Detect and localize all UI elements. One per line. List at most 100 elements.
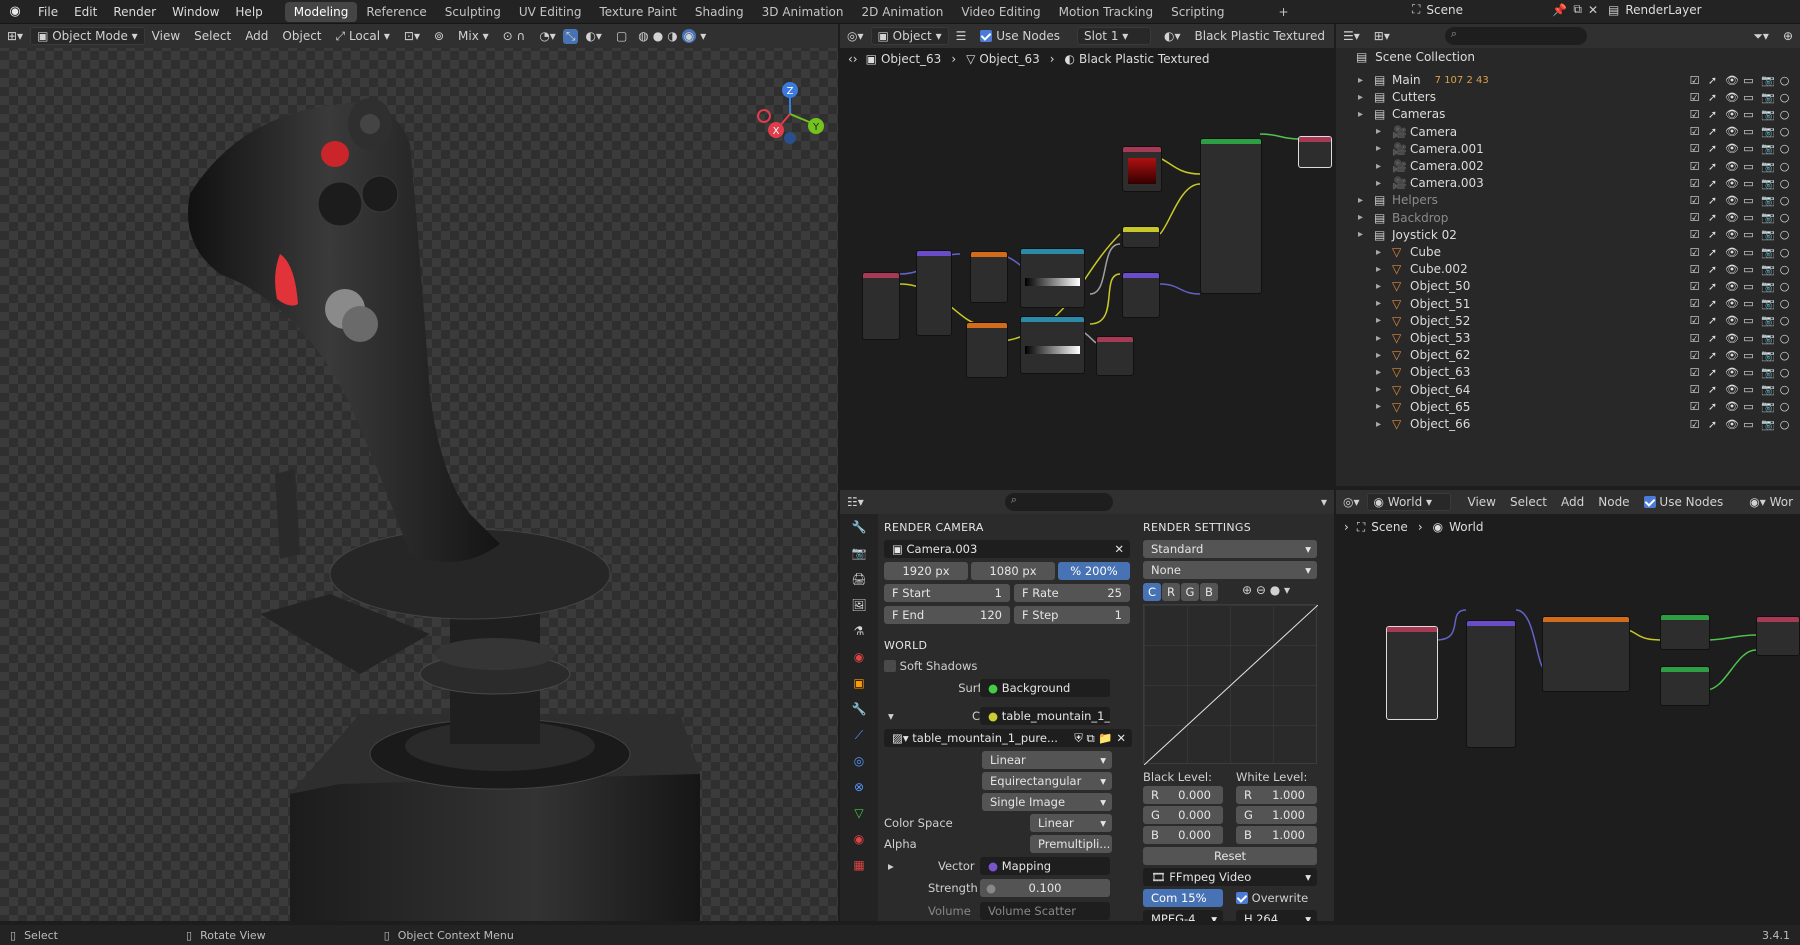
shader-node-editor[interactable]: ◎▾ ▣ Object ▾ ☰ Use Nodes Slot 1 ▾ ◐▾ Bl…	[840, 24, 1334, 486]
interpolation-dropdown[interactable]: Linear ▾	[982, 751, 1112, 769]
eye-icon[interactable]: 👁	[1725, 333, 1739, 344]
expand-arrow-icon[interactable]: ▸	[1376, 178, 1388, 189]
expand-arrow-icon[interactable]: ▸	[1376, 384, 1388, 395]
select-icon[interactable]: ➚	[1707, 298, 1718, 309]
viewport-icon[interactable]: ▭	[1743, 109, 1754, 120]
exclude-checkbox-icon[interactable]: ☑	[1689, 92, 1700, 103]
resolution-x-field[interactable]: 1920 px	[884, 562, 968, 580]
holdout-icon[interactable]: ○	[1779, 367, 1790, 378]
resolution-percent-field[interactable]: % 200%	[1058, 562, 1130, 580]
gizmo-toggle-icon[interactable]: ⤡	[562, 28, 579, 44]
select-icon[interactable]: ➚	[1707, 419, 1718, 430]
tab-texture-paint[interactable]: Texture Paint	[590, 2, 685, 22]
node-noise-texture[interactable]	[970, 251, 1008, 303]
color-space-dropdown[interactable]: Linear ▾	[1030, 814, 1112, 832]
viewport-icon[interactable]: ▭	[1743, 350, 1754, 361]
node-volume-scatter[interactable]	[1660, 666, 1710, 706]
viewport-icon[interactable]: ▭	[1743, 195, 1754, 206]
eye-icon[interactable]: 👁	[1725, 75, 1739, 86]
viewport-icon[interactable]: ▭	[1743, 161, 1754, 172]
select-icon[interactable]: ➚	[1707, 143, 1718, 154]
frame-rate-field[interactable]: F Rate 25	[1014, 584, 1130, 602]
expand-arrow-icon[interactable]: ▸	[1376, 367, 1388, 378]
exclude-checkbox-icon[interactable]: ☑	[1689, 264, 1700, 275]
holdout-icon[interactable]: ○	[1779, 75, 1790, 86]
select-icon[interactable]: ➚	[1707, 247, 1718, 258]
render-icon[interactable]: 📷	[1761, 281, 1775, 292]
channel-r-button[interactable]: R	[1162, 583, 1180, 601]
compression-field[interactable]: Com 15%	[1143, 889, 1223, 907]
exclude-checkbox-icon[interactable]: ☑	[1689, 333, 1700, 344]
menu-select[interactable]: Select	[187, 29, 238, 43]
pin-icon[interactable]: 📌	[1552, 3, 1567, 17]
render-icon[interactable]: 📷	[1761, 264, 1775, 275]
tab-uv-editing[interactable]: UV Editing	[510, 2, 591, 22]
source-dropdown[interactable]: Single Image ▾	[982, 793, 1112, 811]
node-texture-coordinate[interactable]	[862, 272, 900, 340]
codec-dropdown[interactable]: H.264 ▾	[1236, 910, 1317, 921]
white-g-field[interactable]: G 1.000	[1236, 806, 1317, 824]
exclude-checkbox-icon[interactable]: ☑	[1689, 143, 1700, 154]
camera-field[interactable]: ▣ Camera.003 ✕	[884, 540, 1130, 558]
white-b-field[interactable]: B 1.000	[1236, 826, 1317, 844]
holdout-icon[interactable]: ○	[1779, 401, 1790, 412]
exclude-checkbox-icon[interactable]: ☑	[1689, 178, 1700, 189]
expand-color-icon[interactable]: ▾	[888, 709, 894, 723]
select-icon[interactable]: ➚	[1707, 229, 1718, 240]
select-icon[interactable]: ➚	[1707, 367, 1718, 378]
black-g-field[interactable]: G 0.000	[1143, 806, 1223, 824]
node-bump[interactable]	[1122, 272, 1160, 318]
exclude-checkbox-icon[interactable]: ☑	[1689, 161, 1700, 172]
expand-arrow-icon[interactable]: ▸	[1376, 143, 1388, 154]
viewport-icon[interactable]: ▭	[1743, 264, 1754, 275]
node-mapping[interactable]	[916, 250, 952, 336]
exclude-checkbox-icon[interactable]: ☑	[1689, 401, 1700, 412]
vector-field[interactable]: ● Mapping	[980, 857, 1110, 875]
view-layer-tab-icon[interactable]: 🖼	[840, 592, 878, 618]
exclude-checkbox-icon[interactable]: ☑	[1689, 109, 1700, 120]
viewport-icon[interactable]: ▭	[1743, 92, 1754, 103]
expand-arrow-icon[interactable]: ▸	[1376, 298, 1388, 309]
expand-vector-icon[interactable]: ▸	[888, 859, 894, 873]
viewport-icon[interactable]: ▭	[1743, 419, 1754, 430]
blend-dropdown[interactable]: Mix ▾	[451, 29, 496, 43]
select-icon[interactable]: ➚	[1707, 195, 1718, 206]
select-icon[interactable]: ➚	[1707, 333, 1718, 344]
render-icon[interactable]: 📷	[1761, 161, 1775, 172]
holdout-icon[interactable]: ○	[1779, 264, 1790, 275]
eye-icon[interactable]: 👁	[1725, 126, 1739, 137]
eye-icon[interactable]: 👁	[1725, 229, 1739, 240]
exclude-checkbox-icon[interactable]: ☑	[1689, 126, 1700, 137]
render-icon[interactable]: 📷	[1761, 143, 1775, 154]
select-icon[interactable]: ➚	[1707, 401, 1718, 412]
frame-step-field[interactable]: F Step 1	[1014, 606, 1130, 624]
scene-selector[interactable]: Scene	[1426, 3, 1546, 17]
output-format-dropdown[interactable]: 🎞 FFmpeg Video ▾	[1143, 868, 1317, 886]
expand-arrow-icon[interactable]: ▸	[1358, 195, 1370, 206]
viewport-icon[interactable]: ▭	[1743, 247, 1754, 258]
surface-field[interactable]: ● Background	[980, 679, 1110, 697]
render-icon[interactable]: 📷	[1761, 247, 1775, 258]
exclude-checkbox-icon[interactable]: ☑	[1689, 75, 1700, 86]
holdout-icon[interactable]: ○	[1779, 126, 1790, 137]
output-tab-icon[interactable]: 🖨	[840, 566, 878, 592]
snap-icon[interactable]: ⊚	[427, 29, 451, 43]
holdout-icon[interactable]: ○	[1779, 419, 1790, 430]
viewport-icon[interactable]: ▭	[1743, 143, 1754, 154]
exclude-checkbox-icon[interactable]: ☑	[1689, 247, 1700, 258]
frame-start-field[interactable]: F Start 1	[884, 584, 1010, 602]
editor-type-icon[interactable]: ☷▾	[840, 495, 871, 509]
holdout-icon[interactable]: ○	[1779, 109, 1790, 120]
shading-solid-icon[interactable]: ●	[653, 29, 663, 43]
render-icon[interactable]: 📷	[1761, 333, 1775, 344]
curve-tools-icon[interactable]: ⊕ ⊖ ● ▾	[1242, 583, 1290, 597]
holdout-icon[interactable]: ○	[1779, 384, 1790, 395]
exclude-checkbox-icon[interactable]: ☑	[1689, 298, 1700, 309]
viewport-icon[interactable]: ▭	[1743, 401, 1754, 412]
render-icon[interactable]: 📷	[1761, 126, 1775, 137]
holdout-icon[interactable]: ○	[1779, 247, 1790, 258]
clear-camera-icon[interactable]: ✕	[1114, 540, 1124, 558]
render-icon[interactable]: 📷	[1761, 195, 1775, 206]
tab-sculpting[interactable]: Sculpting	[436, 2, 510, 22]
node-world-output[interactable]	[1756, 616, 1800, 656]
